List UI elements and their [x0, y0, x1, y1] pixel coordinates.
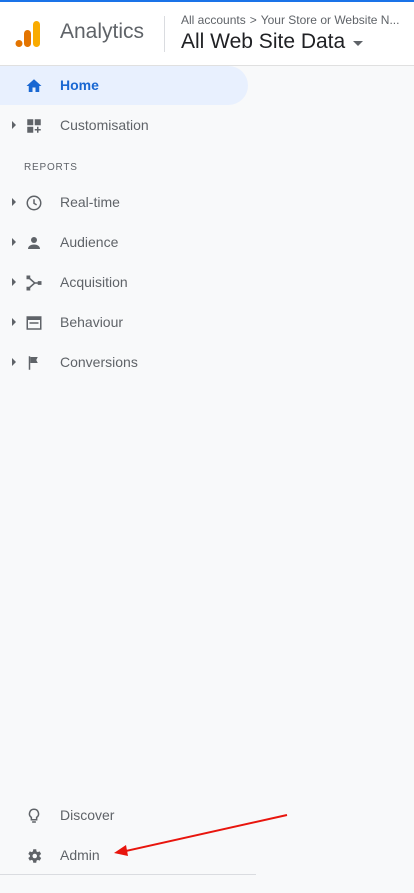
nav-label-admin: Admin: [60, 847, 100, 863]
nav-item-customisation[interactable]: Customisation: [0, 106, 248, 145]
sidebar-bottom-divider: [0, 874, 256, 875]
nav-label-real-time: Real-time: [60, 194, 120, 210]
expand-arrow-icon[interactable]: [12, 121, 16, 129]
nav-label-acquisition: Acquisition: [60, 274, 128, 290]
expand-arrow-icon[interactable]: [12, 198, 16, 206]
expand-arrow-icon[interactable]: [12, 358, 16, 366]
home-icon: [24, 76, 44, 96]
nav-label-audience: Audience: [60, 234, 119, 250]
nav-item-acquisition[interactable]: Acquisition: [0, 263, 248, 302]
product-name[interactable]: Analytics: [60, 20, 144, 44]
clock-icon: [24, 193, 44, 213]
nav-label-customisation: Customisation: [60, 117, 149, 133]
nav-item-real-time[interactable]: Real-time: [0, 183, 248, 222]
analytics-logo-icon[interactable]: [14, 19, 44, 49]
nav-label-behaviour: Behaviour: [60, 314, 124, 330]
flag-icon: [24, 353, 44, 373]
expand-arrow-icon[interactable]: [12, 238, 16, 246]
behaviour-icon: [24, 313, 44, 333]
view-selector[interactable]: All Web Site Data: [181, 30, 364, 54]
view-name[interactable]: All Web Site Data: [181, 30, 345, 54]
breadcrumb[interactable]: All accounts > Your Store or Website N...: [181, 13, 407, 27]
nav-item-discover[interactable]: Discover: [0, 796, 248, 835]
reports-section-header: REPORTS: [24, 162, 78, 173]
lightbulb-icon: [24, 806, 44, 826]
nav-item-audience[interactable]: Audience: [0, 223, 248, 262]
nav-item-home[interactable]: Home: [0, 66, 248, 105]
nav-label-conversions: Conversions: [60, 354, 138, 370]
nav-item-behaviour[interactable]: Behaviour: [0, 303, 248, 342]
acquisition-icon: [24, 273, 44, 293]
sidebar: Home Customisation REPORTS Real-time Aud…: [0, 66, 414, 893]
person-icon: [24, 233, 44, 253]
dashboard-grid-icon: [24, 116, 44, 136]
nav-label-discover: Discover: [60, 807, 115, 823]
breadcrumb-separator: >: [249, 13, 257, 27]
breadcrumb-property[interactable]: Your Store or Website N...: [261, 13, 400, 27]
expand-arrow-icon[interactable]: [12, 318, 16, 326]
nav-item-conversions[interactable]: Conversions: [0, 343, 248, 382]
header-divider: [164, 16, 165, 52]
nav-item-admin[interactable]: Admin: [0, 836, 248, 875]
top-bar: Analytics All accounts > Your Store or Web…: [0, 0, 414, 66]
nav-label-home: Home: [60, 77, 99, 93]
gear-icon: [24, 846, 44, 866]
expand-arrow-icon[interactable]: [12, 278, 16, 286]
caret-down-icon[interactable]: [353, 40, 364, 46]
breadcrumb-account[interactable]: All accounts: [181, 13, 246, 27]
